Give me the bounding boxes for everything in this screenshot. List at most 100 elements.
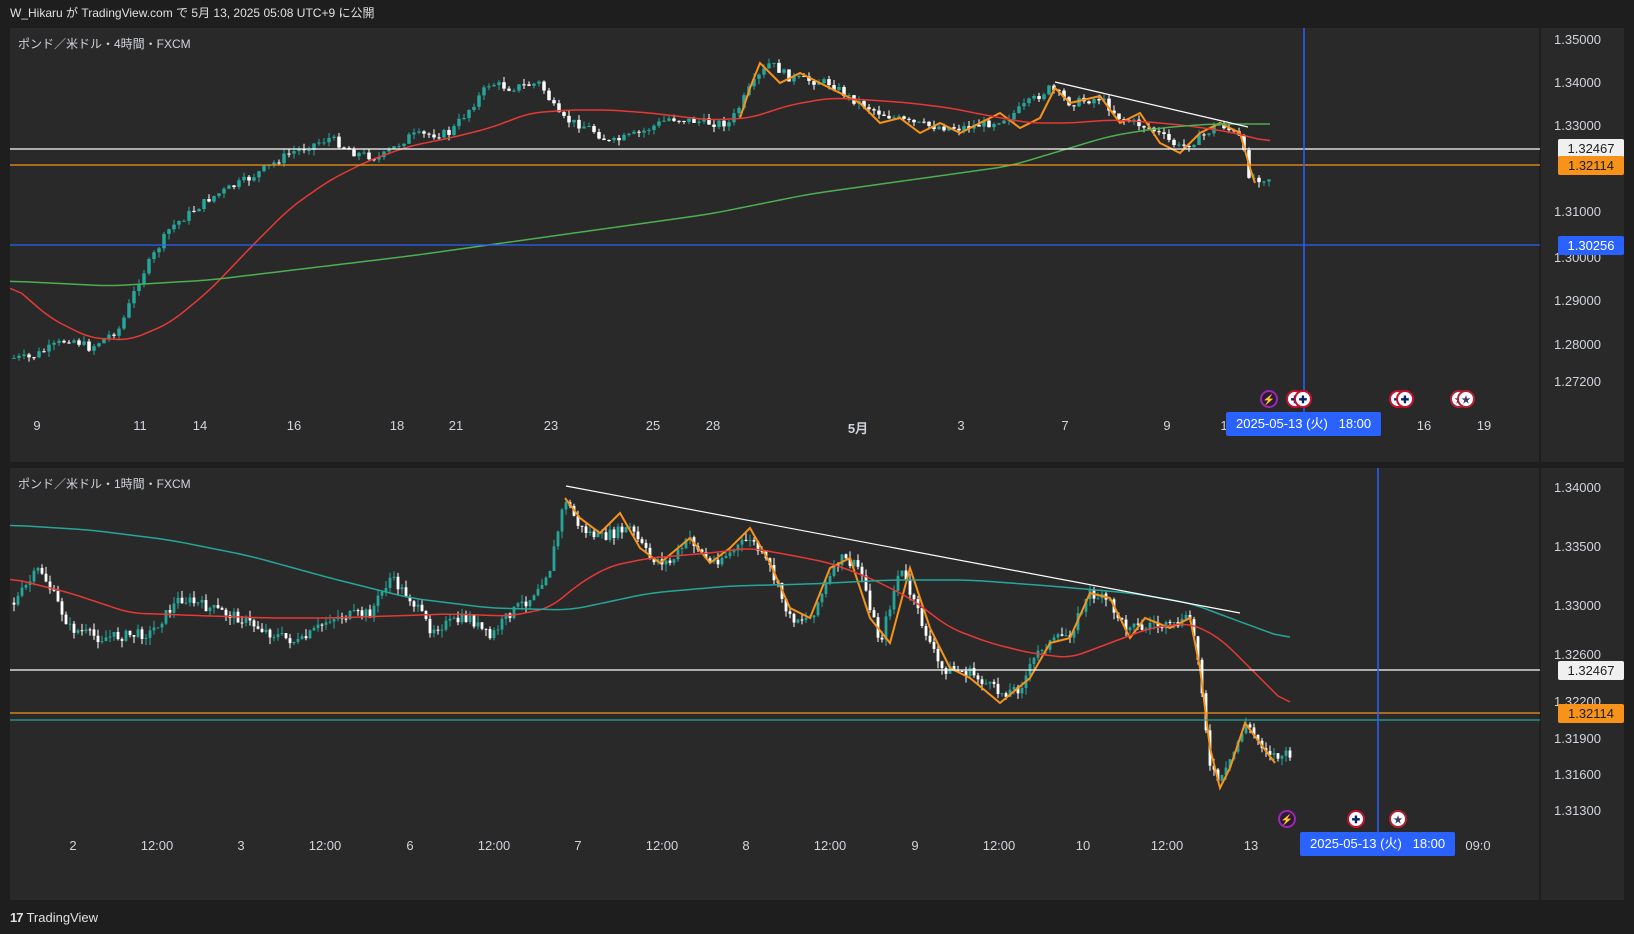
candle-body [484, 628, 488, 630]
tradingview-brand[interactable]: 17 TradingView [10, 906, 98, 930]
candle-body [527, 84, 531, 86]
candle-body [1056, 634, 1060, 638]
candle-body [60, 601, 64, 615]
candle-body [412, 132, 416, 135]
candle-body [492, 84, 496, 87]
uk-flag-icon[interactable]: ✚ [1396, 390, 1414, 408]
candle-body [157, 248, 161, 253]
candle-body [442, 129, 446, 138]
candle-body [100, 641, 104, 643]
price-label: 1.27200 [1554, 374, 1601, 389]
candle-body [180, 597, 184, 604]
candle-body [344, 618, 348, 620]
candle-body [360, 610, 364, 616]
candle-body [957, 128, 961, 131]
candle-body [16, 595, 20, 605]
candle-body [156, 627, 160, 629]
candle-body [788, 611, 792, 614]
price-label: 1.33500 [1554, 539, 1601, 554]
candle-body [542, 81, 546, 91]
symbol-title-4h: ポンド／米ドル・4時間・FXCM [18, 37, 191, 51]
candle-body [427, 133, 431, 135]
candle-body [872, 109, 876, 111]
time-axis-label: 3 [237, 838, 245, 853]
price-tag-white: 1.32467 [1558, 661, 1624, 680]
candle-body [288, 638, 292, 644]
candle-body [47, 344, 51, 352]
candle-body [720, 557, 724, 565]
candle-body [627, 133, 631, 135]
time-axis-label: 19 [1476, 418, 1492, 433]
candle-body [672, 118, 676, 121]
candle-body [167, 229, 171, 234]
candle-body [737, 108, 741, 114]
crosshair-date-label: 2025-05-13 (火) 18:00 [1300, 832, 1456, 856]
candle-body [264, 629, 268, 632]
candle-body [152, 252, 156, 260]
price-label: 1.31600 [1554, 767, 1601, 782]
candle-body [27, 354, 31, 358]
candle-body [757, 74, 761, 79]
candle-body [917, 121, 921, 123]
candle-body [112, 334, 116, 336]
candle-body [616, 526, 620, 538]
candle-body [142, 273, 146, 285]
uk-flag-icon[interactable]: ✚ [1347, 810, 1365, 828]
candle-body [976, 675, 980, 680]
time-axis-label: 12:00 [308, 838, 342, 853]
trendline [1054, 81, 1249, 128]
candle-body [242, 176, 246, 181]
candle-body [748, 540, 752, 542]
candle-body [477, 95, 481, 107]
candle-body [307, 149, 311, 151]
candle-body [304, 636, 308, 639]
chart-pane-4h[interactable]: ポンド／米ドル・4時間・FXCM 1.35000 1.34000 1.33000… [10, 28, 1624, 462]
candle-body [592, 531, 596, 538]
candle-body [108, 636, 112, 638]
flash-icon[interactable]: ⚡ [1260, 390, 1278, 408]
candle-body [972, 667, 976, 676]
candle-body [612, 529, 616, 538]
candle-body [416, 604, 420, 607]
us-flag-icon[interactable]: ★ [1457, 390, 1475, 408]
time-axis-label: 11 [133, 418, 147, 433]
candle-body [212, 605, 216, 608]
price-label: 1.35000 [1554, 32, 1601, 47]
time-axis-label: 7 [574, 838, 582, 853]
candle-body [1064, 635, 1068, 637]
candle-body [64, 614, 68, 625]
price-label: 1.33000 [1554, 598, 1601, 613]
candle-body [777, 62, 781, 73]
candle-body [496, 629, 500, 631]
candle-body [547, 90, 551, 101]
us-flag-icon[interactable]: ★ [1389, 810, 1407, 828]
chart-canvas-4h[interactable] [10, 28, 1624, 462]
candle-body [597, 132, 601, 139]
candle-body [422, 131, 426, 134]
candle-body [192, 210, 196, 212]
flash-icon[interactable]: ⚡ [1278, 810, 1296, 828]
crosshair-date-label: 2025-05-13 (火) 18:00 [1226, 412, 1382, 436]
candle-body [812, 615, 816, 618]
candle-body [1177, 144, 1181, 146]
chart-pane-1h[interactable]: ポンド／米ドル・1時間・FXCM 1.34000 1.33500 1.33000… [10, 468, 1624, 900]
candle-body [712, 124, 716, 127]
candle-body [220, 607, 224, 610]
candle-body [397, 146, 401, 148]
candle-body [1192, 144, 1196, 148]
uk-flag-icon[interactable]: ✚ [1294, 390, 1312, 408]
time-axis-label: 3 [957, 418, 965, 433]
price-label: 1.28000 [1554, 337, 1601, 352]
candle-body [620, 526, 624, 533]
candle-body [457, 118, 461, 127]
candle-body [367, 152, 371, 160]
candle-body [404, 587, 408, 597]
candle-body [480, 622, 484, 629]
candle-body [572, 119, 576, 123]
candle-body [1002, 120, 1006, 124]
time-axis-label: 16 [286, 418, 302, 433]
candle-body [376, 595, 380, 606]
candle-body [587, 126, 591, 128]
candle-body [584, 526, 588, 534]
candle-body [227, 185, 231, 189]
